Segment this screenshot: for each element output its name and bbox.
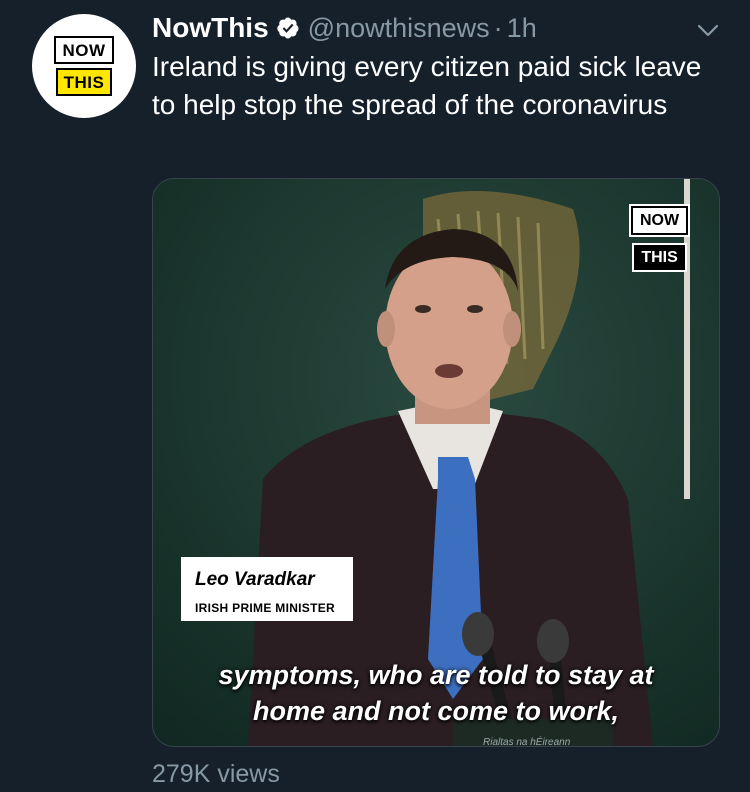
video-subtitle: symptoms, who are told to stay at home a… (153, 657, 719, 729)
avatar[interactable]: NOW THIS (32, 14, 136, 118)
subtitle-line-2: home and not come to work, (252, 696, 620, 726)
view-count: 279K views (152, 760, 280, 788)
video-media[interactable]: NOW THIS Leo Varadkar IRISH PRIME MINIST… (152, 178, 720, 747)
chevron-down-icon[interactable] (694, 16, 722, 44)
tweet-header: NowThis @nowthisnews · 1h (152, 8, 537, 48)
subtitle-line-1: symptoms, who are told to stay at (218, 660, 654, 690)
lower-third: Leo Varadkar IRISH PRIME MINISTER (181, 557, 353, 621)
verified-badge-icon (276, 17, 299, 39)
nowthis-watermark: NOW THIS (628, 204, 691, 272)
tweet[interactable]: NOW THIS NowThis @nowthisnews · 1h Irela… (0, 0, 750, 792)
display-name[interactable]: NowThis (152, 12, 269, 44)
podium-plaque-text: Rialtas na hÉireann (483, 737, 571, 747)
speaker-name: Leo Varadkar (195, 569, 315, 590)
speaker-title: IRISH PRIME MINISTER (195, 601, 336, 615)
watermark-this: THIS (632, 243, 687, 272)
handle[interactable]: @nowthisnews (308, 13, 490, 44)
watermark-now: NOW (628, 204, 691, 237)
tweet-text: Ireland is giving every citizen paid sic… (152, 51, 702, 120)
separator-dot: · (493, 12, 503, 43)
avatar-logo-now: NOW (54, 36, 114, 64)
timestamp[interactable]: 1h (507, 13, 537, 44)
avatar-logo-this: THIS (55, 68, 113, 96)
